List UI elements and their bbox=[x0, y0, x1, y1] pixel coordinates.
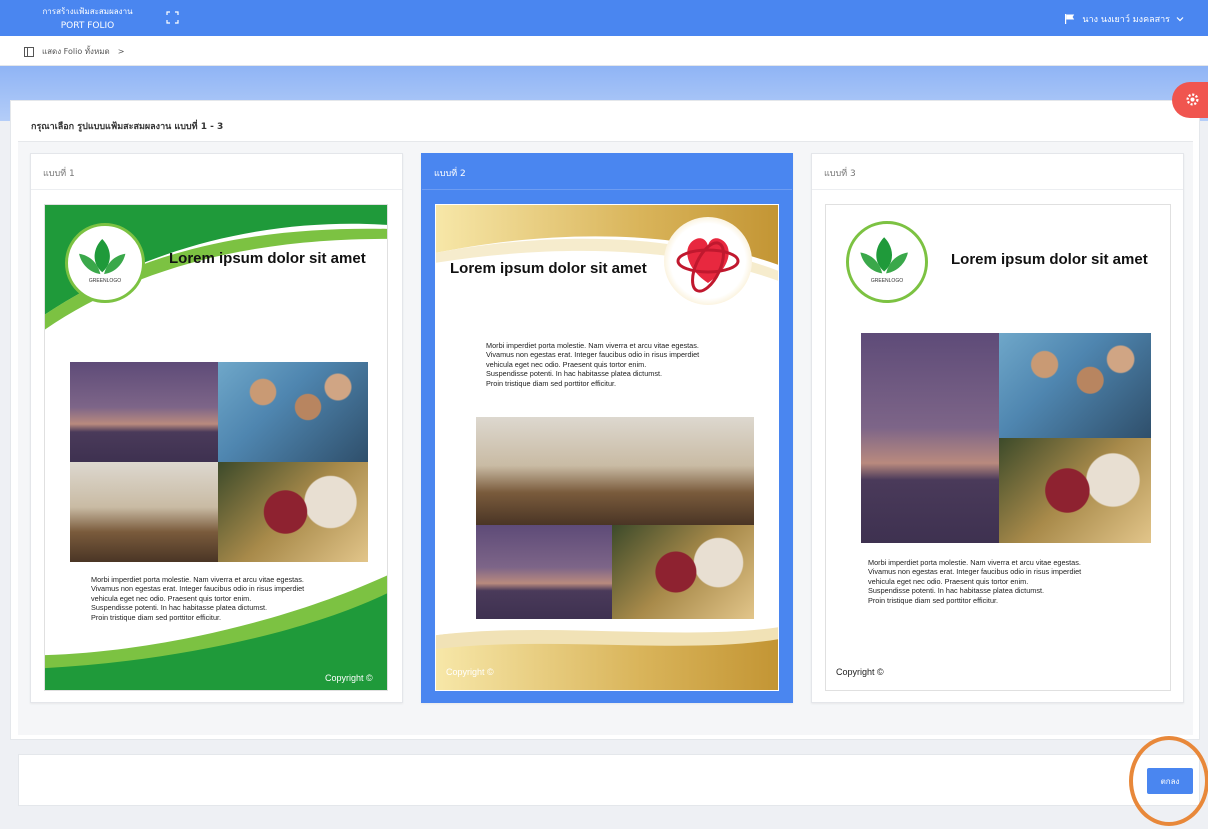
leaf-icon bbox=[79, 238, 126, 275]
photo-backpack bbox=[612, 525, 754, 619]
photo-sunset bbox=[861, 333, 999, 543]
copyright-text: Copyright © bbox=[446, 667, 494, 677]
top-bar: การสร้างแฟ้มสะสมผลงาน PORT FOLIO นาง นงเ… bbox=[0, 0, 1208, 36]
heart-logo bbox=[664, 217, 752, 305]
template-body-text: Morbi imperdiet porta molestie. Nam vive… bbox=[868, 558, 1082, 605]
copyright-text: Copyright © bbox=[836, 667, 884, 677]
settings-button[interactable] bbox=[1172, 82, 1208, 118]
template-preview-2[interactable]: Lorem ipsum dolor sit amet Morbi imperdi… bbox=[435, 204, 779, 691]
green-logo: GREENLOGO bbox=[65, 223, 145, 303]
flag-icon bbox=[1065, 14, 1075, 24]
photo-sunset bbox=[476, 525, 612, 619]
green-logo: GREENLOGO bbox=[846, 221, 928, 303]
user-name: นาง นงเยาว์ มงคลสาร bbox=[1082, 15, 1170, 25]
app-subtitle: PORT FOLIO bbox=[60, 21, 115, 31]
logo-text: GREENLOGO bbox=[870, 278, 904, 284]
panel-title: กรุณาเลือก รูปแบบแฟ้มสะสมผลงาน แบบที่ 1 … bbox=[31, 122, 224, 132]
heart-icon bbox=[676, 238, 740, 293]
sidebar-toggle-icon[interactable] bbox=[24, 46, 34, 57]
photo-backpack bbox=[999, 438, 1151, 543]
logo-text: GREENLOGO bbox=[88, 278, 122, 284]
action-bar bbox=[18, 754, 1200, 806]
photo-sunset bbox=[70, 362, 218, 462]
template-preview-3[interactable]: GREENLOGO Lorem ipsum dolor sit amet Mor… bbox=[825, 204, 1171, 691]
template-heading: Lorem ipsum dolor sit amet bbox=[169, 250, 366, 267]
template-label: แบบที่ 3 bbox=[812, 154, 1183, 190]
photo-classroom bbox=[70, 462, 218, 562]
breadcrumb-bar: แสดง Folio ทั้งหมด > bbox=[0, 36, 1208, 66]
chevron-down-icon bbox=[1176, 17, 1184, 22]
template-heading: Lorem ipsum dolor sit amet bbox=[450, 260, 647, 277]
gear-icon bbox=[1186, 93, 1199, 106]
template-label: แบบที่ 2 bbox=[422, 154, 792, 190]
leaf-icon bbox=[860, 237, 908, 274]
photo-classroom bbox=[476, 417, 754, 525]
template-card-2[interactable]: แบบที่ 2 Lorem ipsum dolor sit amet Morb… bbox=[421, 153, 793, 703]
template-heading: Lorem ipsum dolor sit amet bbox=[951, 251, 1148, 268]
photo-students bbox=[218, 362, 368, 462]
template-card-1[interactable]: แบบที่ 1 GREENLOGO Lorem ipsum dolor sit… bbox=[30, 153, 403, 703]
breadcrumb: แสดง Folio ทั้งหมด > bbox=[24, 45, 124, 58]
template-label: แบบที่ 1 bbox=[31, 154, 402, 190]
photo-students bbox=[999, 333, 1151, 438]
template-preview-1[interactable]: GREENLOGO Lorem ipsum dolor sit amet Mor… bbox=[44, 204, 388, 691]
breadcrumb-separator: > bbox=[117, 47, 125, 56]
breadcrumb-link[interactable]: แสดง Folio ทั้งหมด bbox=[42, 45, 110, 58]
copyright-text: Copyright © bbox=[325, 673, 373, 683]
photo-backpack bbox=[218, 462, 368, 562]
template-body-text: Morbi imperdiet porta molestie. Nam vive… bbox=[486, 341, 700, 388]
template-card-3[interactable]: แบบที่ 3 GREENLOGO Lorem ipsum dolor sit… bbox=[811, 153, 1184, 703]
user-menu[interactable]: นาง นงเยาว์ มงคลสาร bbox=[1065, 12, 1184, 26]
app-title: การสร้างแฟ้มสะสมผลงาน bbox=[42, 7, 133, 16]
app-brand[interactable]: การสร้างแฟ้มสะสมผลงาน PORT FOLIO bbox=[30, 6, 145, 32]
highlight-circle bbox=[1129, 736, 1208, 826]
fullscreen-icon[interactable] bbox=[166, 11, 179, 24]
template-body-text: Morbi imperdiet porta molestie. Nam vive… bbox=[91, 575, 305, 622]
